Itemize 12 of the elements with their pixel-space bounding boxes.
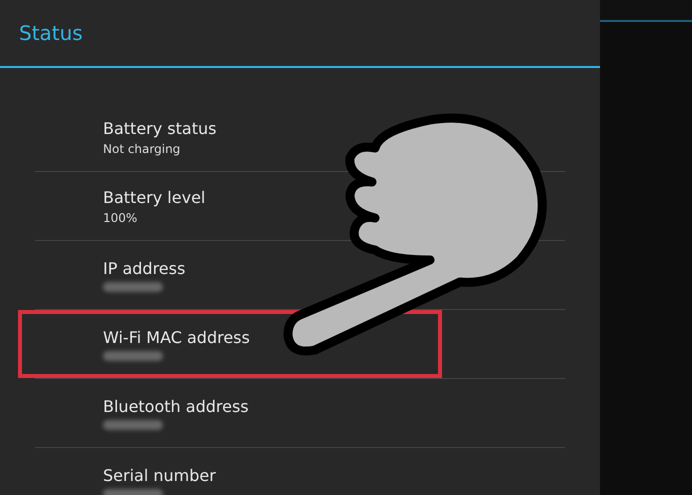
item-title[interactable]: IP address [103, 258, 186, 278]
item-title[interactable]: Wi-Fi MAC address [103, 328, 250, 346]
item-title[interactable]: Serial number [103, 466, 216, 484]
item-title[interactable]: Battery level [103, 188, 206, 206]
blurred-value [103, 350, 163, 360]
item-summary: 100% [103, 210, 138, 224]
panel-title: Status [19, 21, 83, 45]
item-title[interactable]: Bluetooth address [103, 396, 249, 416]
blurred-value [103, 282, 163, 292]
blurred-value [103, 420, 163, 430]
item-summary: Not charging [103, 142, 182, 156]
item-title[interactable]: Battery status [103, 118, 216, 138]
